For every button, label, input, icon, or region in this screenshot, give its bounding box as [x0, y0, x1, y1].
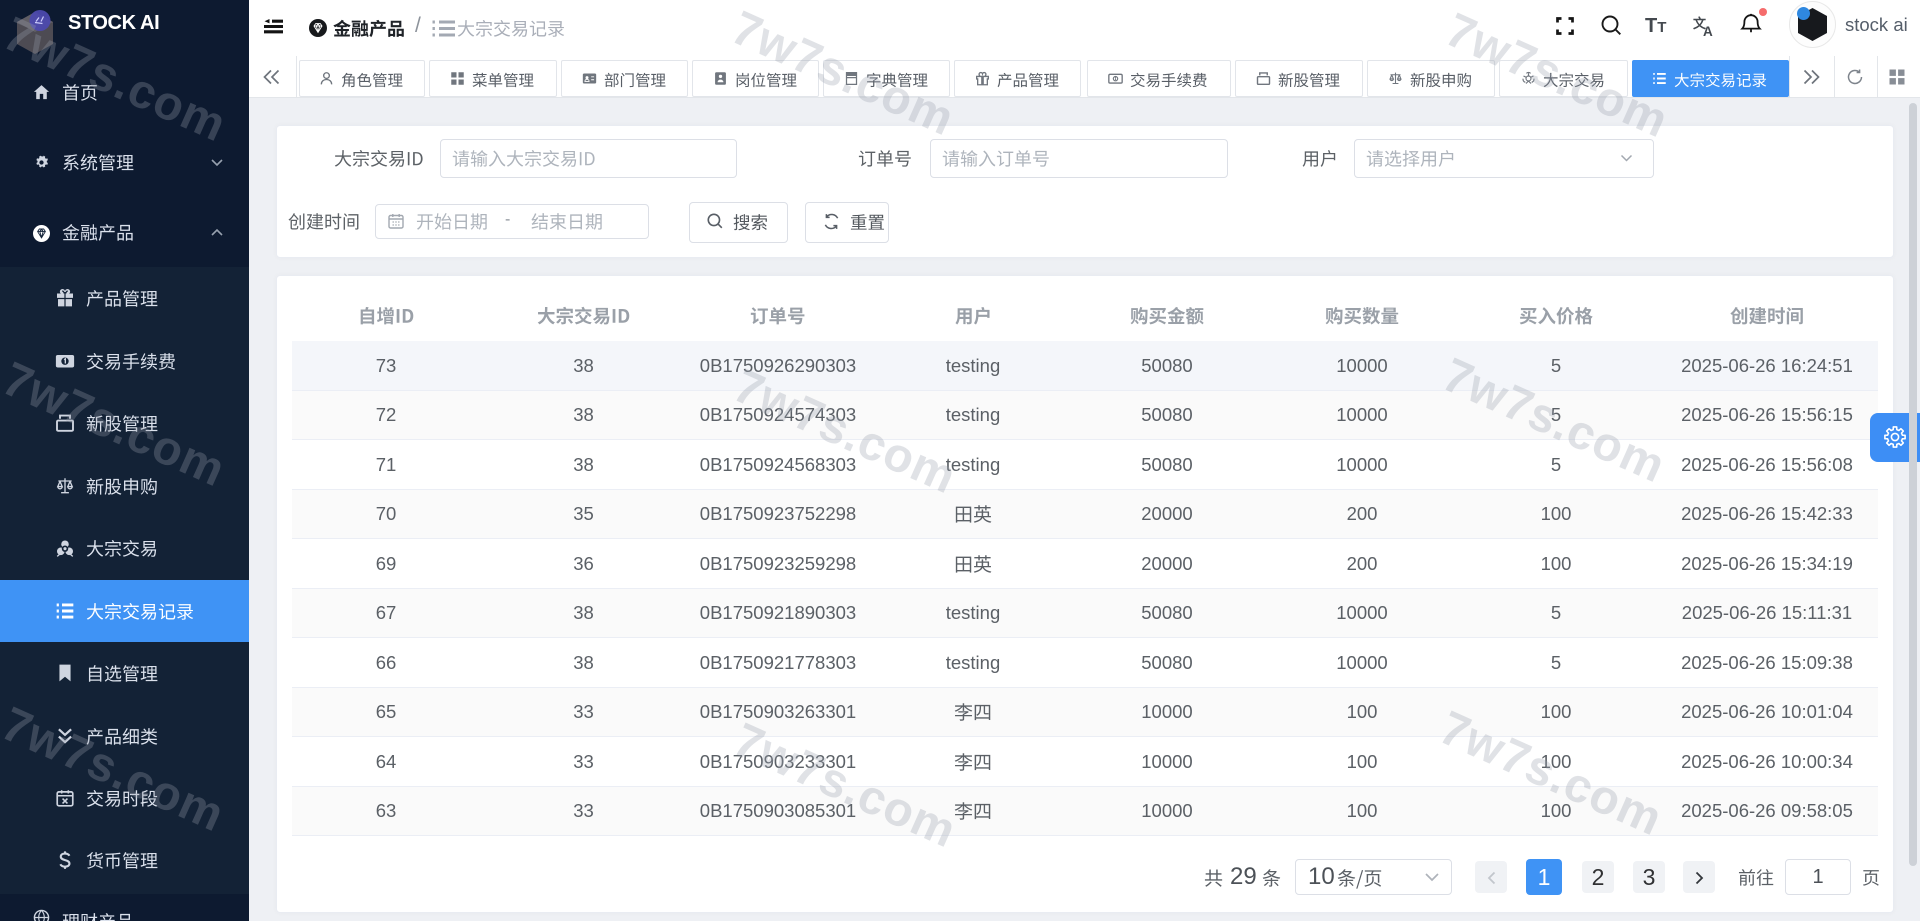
- svg-text:A: A: [1703, 24, 1713, 37]
